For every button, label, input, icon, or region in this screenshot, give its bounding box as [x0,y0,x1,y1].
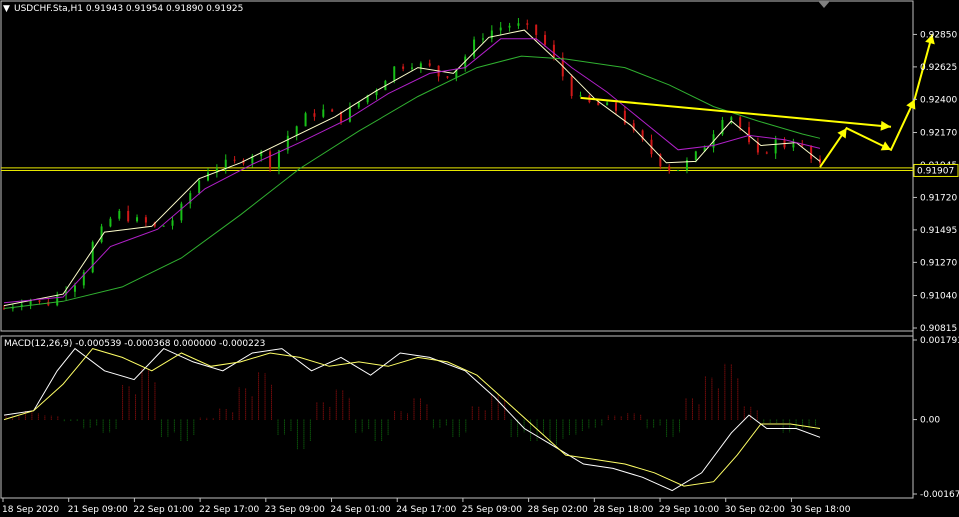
candle-body [402,66,405,69]
candle-body [668,166,671,171]
price-tick-label: 0.92400 [920,95,957,105]
price-tick-label: 0.91270 [920,258,957,268]
candle-body [499,27,502,31]
candle-body [91,242,94,273]
candle-body [570,76,573,97]
price-tick-label: 0.90815 [920,324,957,334]
time-tick-label: 28 Sep 02:00 [528,505,588,515]
macd-main-line [3,347,821,492]
time-tick-label: 28 Sep 18:00 [593,505,653,515]
time-tick-label: 30 Sep 18:00 [790,505,850,515]
candle-body [348,107,351,122]
price-tick-label: 0.91040 [920,292,957,302]
candle-body [295,126,298,136]
candle-body [313,113,316,117]
candle-body [180,203,183,221]
candle-body [739,117,742,128]
time-tick-label: 23 Sep 09:00 [265,505,325,515]
candle-body [517,23,520,26]
candle-body [304,113,307,127]
candle-body [162,225,165,227]
candle-body [579,95,582,97]
candle-body [73,285,76,292]
time-tick-label: 21 Sep 09:00 [68,505,128,515]
time-tick-label: 18 Sep 2020 [2,505,59,515]
candle-body [446,76,449,78]
moving-average-slow [3,55,821,309]
macd-series-layer [3,347,821,492]
candle-body [331,109,334,112]
candle-body [535,24,538,35]
arrow-head [837,128,847,139]
price-tick-label: 0.92625 [920,63,957,73]
projection-arrow [819,34,934,168]
candle-body [393,66,396,81]
price-series-layer [1,18,935,312]
price-and-macd-chart[interactable]: 0.928500.926250.924000.921700.919450.917… [0,0,959,517]
candle-body [109,218,112,227]
candle-body [136,217,139,222]
price-tick-label: 0.92850 [920,30,957,40]
price-tick-label: 0.91720 [920,193,957,203]
trading-chart-window: 0.928500.926250.924000.921700.919450.917… [0,0,959,517]
candle-body [765,152,768,154]
time-tick-label: 22 Sep 17:00 [199,505,259,515]
symbol-menu-arrow-icon[interactable]: ▼ [3,4,10,14]
candle-body [428,63,431,66]
candle-body [730,117,733,121]
candle-body [100,226,103,243]
candle-body [677,170,680,172]
current-price-label: 0.91907 [917,166,954,176]
candle-body [508,25,511,28]
candle-body [144,217,147,223]
candle-body [481,38,484,40]
candle-body [544,34,547,45]
macd-tick-label: 0.001793 [920,336,959,346]
price-tick-label: 0.91495 [920,226,957,236]
candle-body [38,300,41,302]
trendline-arrow-head [880,120,891,131]
axis-labels-layer: 0.928500.926250.924000.921700.919450.917… [2,30,959,515]
chart-shift-marker-icon[interactable] [818,1,830,8]
candle-body [526,23,529,25]
candle-body [419,63,422,68]
candle-body [774,139,777,154]
candle-body [171,220,174,226]
candle-body [615,102,617,111]
candle-body [411,67,413,69]
candle-body [277,150,280,169]
candle-body [792,144,795,148]
candle-body [224,159,227,169]
time-tick-label: 29 Sep 10:00 [659,505,719,515]
candle-body [597,102,600,106]
candle-body [606,102,609,106]
symbol-header: USDCHF.Sta,H1 0.91943 0.91954 0.91890 0.… [14,4,243,14]
candle-body [694,151,697,161]
time-tick-label: 22 Sep 01:00 [133,505,193,515]
candle-body [56,294,59,306]
macd-header: MACD(12,26,9) -0.000539 -0.000368 0.0000… [4,339,265,349]
candle-body [127,210,130,222]
price-tick-label: 0.92170 [920,129,957,139]
candle-body [473,39,476,57]
candle-body [357,102,360,108]
candle-body [198,180,201,194]
candle-body [810,145,813,159]
candle-body [269,151,272,169]
time-tick-label: 25 Sep 09:00 [462,505,522,515]
candle-body [552,44,555,58]
time-tick-label: 24 Sep 17:00 [396,505,456,515]
candle-body [207,172,209,181]
candle-body [118,210,121,219]
macd-signal-line [3,348,821,487]
price-panel-frame [0,0,914,332]
macd-panel-frame [0,335,914,499]
macd-tick-label: 0.00 [920,416,940,426]
macd-tick-label: -0.001677 [920,490,959,500]
candle-body [322,109,325,117]
time-tick-label: 24 Sep 01:00 [331,505,391,515]
candle-body [233,159,236,161]
time-tick-label: 30 Sep 02:00 [725,505,785,515]
